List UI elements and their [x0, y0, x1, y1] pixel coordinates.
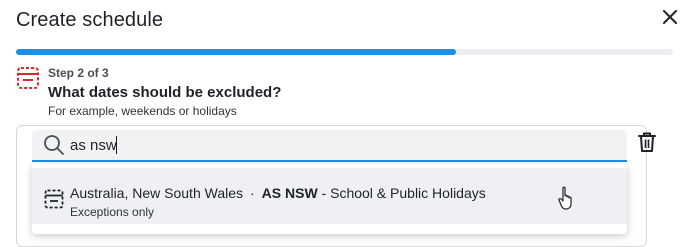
- step-hint: For example, weekends or holidays: [48, 104, 237, 118]
- text-caret: [116, 136, 117, 154]
- progress-fill: [16, 49, 457, 55]
- progress-bar: [16, 49, 673, 55]
- search-input[interactable]: [70, 133, 610, 157]
- close-icon: [663, 10, 677, 24]
- search-icon: [44, 135, 64, 155]
- result-separator: ·: [250, 185, 255, 201]
- search-results-dropdown: Australia, New South Wales · AS NSW - Scho…: [32, 164, 627, 234]
- trash-icon[interactable]: [637, 131, 657, 153]
- calendar-dashed-icon: [44, 189, 64, 209]
- result-region: Australia, New South Wales: [70, 185, 243, 201]
- hand-pointer-icon: [558, 186, 572, 210]
- result-note: Exceptions only: [70, 205, 155, 219]
- result-description: - School & Public Holidays: [317, 185, 486, 201]
- step-indicator: Step 2 of 3: [48, 66, 109, 80]
- close-button[interactable]: [659, 6, 681, 28]
- result-code: AS NSW: [261, 185, 318, 201]
- dialog-title: Create schedule: [16, 9, 164, 31]
- result-option[interactable]: Australia, New South Wales · AS NSW - Scho…: [32, 168, 627, 224]
- step-question: What dates should be excluded?: [48, 84, 282, 101]
- calendar-dashed-icon: [17, 67, 39, 89]
- result-title: Australia, New South Wales · AS NSW - Scho…: [70, 185, 486, 201]
